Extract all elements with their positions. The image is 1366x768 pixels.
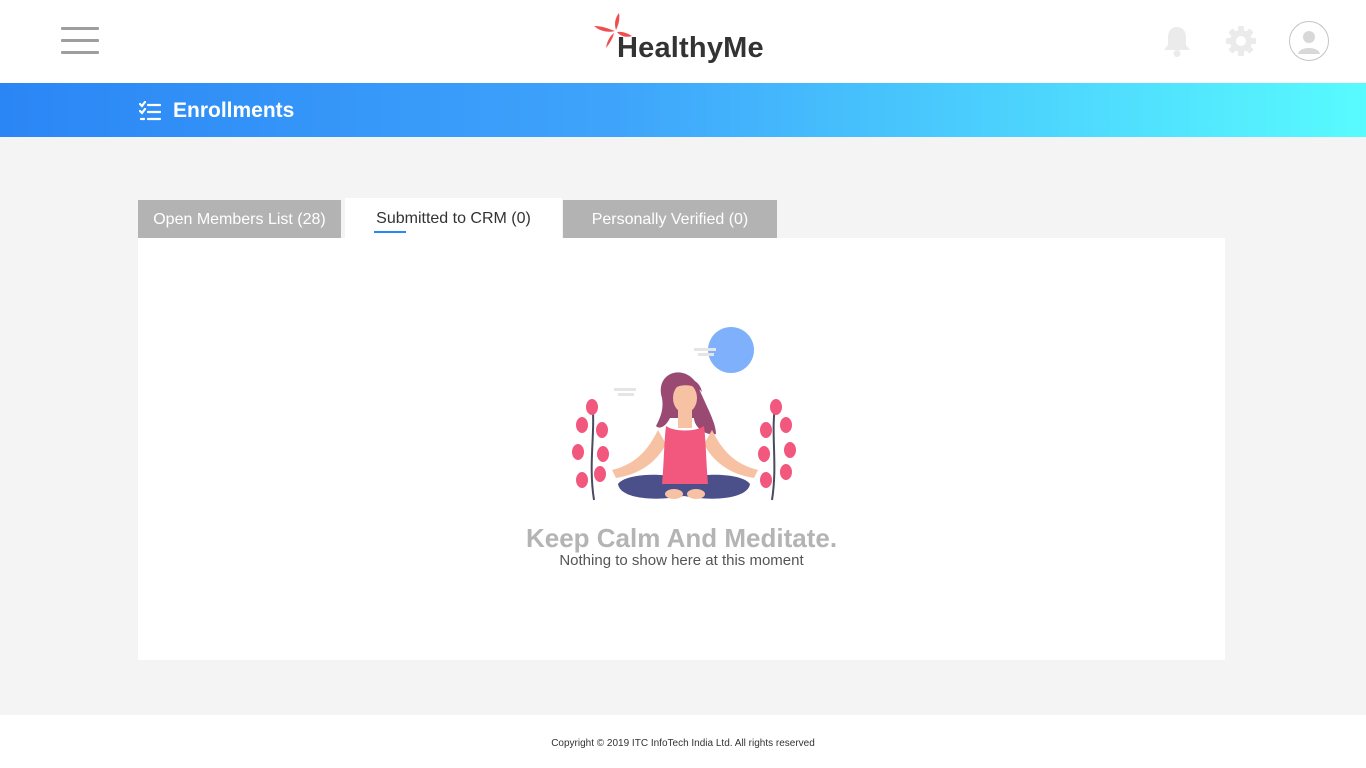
page-banner: Enrollments xyxy=(0,83,1366,137)
empty-state-subtitle: Nothing to show here at this moment xyxy=(559,552,804,569)
checklist-icon xyxy=(139,101,161,121)
page-title: Enrollments xyxy=(173,99,295,122)
meditating-woman-illustration xyxy=(572,327,796,501)
brand-name: HealthyMe xyxy=(617,32,764,64)
active-tab-indicator xyxy=(374,231,406,233)
tab-submitted-to-crm[interactable]: Submitted to CRM (0) xyxy=(345,198,562,238)
bell-icon[interactable] xyxy=(1160,24,1194,63)
copyright-text: Copyright © 2019 ITC InfoTech India Ltd.… xyxy=(551,738,815,749)
tab-open-members-list[interactable]: Open Members List (28) xyxy=(138,200,341,238)
hamburger-menu-icon[interactable] xyxy=(61,27,99,55)
user-avatar-icon[interactable] xyxy=(1289,21,1329,61)
tab-personally-verified[interactable]: Personally Verified (0) xyxy=(563,200,777,238)
empty-state-title: Keep Calm And Meditate. xyxy=(525,523,838,553)
tab-content-panel: Keep Calm And Meditate. Nothing to show … xyxy=(138,238,1225,660)
gear-icon[interactable] xyxy=(1224,24,1258,63)
top-bar: HealthyMe xyxy=(0,0,1366,83)
tab-submitted-to-crm-label: Submitted to CRM (0) xyxy=(376,210,531,227)
page-footer: Copyright © 2019 ITC InfoTech India Ltd.… xyxy=(0,715,1366,768)
